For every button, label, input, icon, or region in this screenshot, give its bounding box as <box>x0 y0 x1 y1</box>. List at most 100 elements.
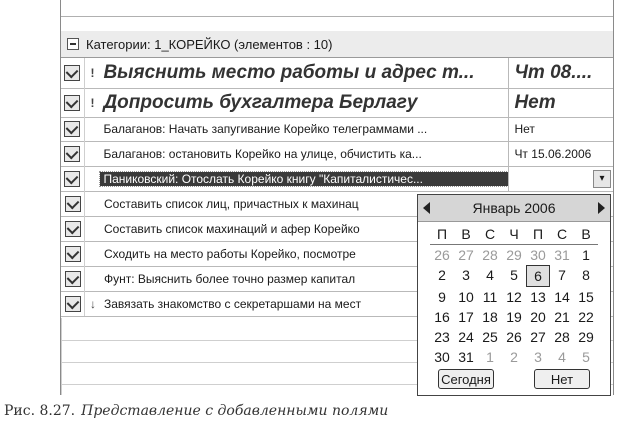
task-row[interactable]: Паниковский: Отослать Корейко книгу "Кап… <box>61 166 613 192</box>
task-subject[interactable]: Выяснить место работы и адрес т... <box>100 62 508 84</box>
calendar-day[interactable]: 29 <box>574 327 598 347</box>
task-icon <box>64 170 81 187</box>
task-subject[interactable]: Фунт: Выяснить более точно размер капита… <box>101 272 414 286</box>
task-row[interactable]: Балаганов: Начать запугивание Корейко те… <box>61 117 613 142</box>
weekday-label: В <box>454 224 478 245</box>
calendar-day[interactable]: 4 <box>478 265 502 285</box>
calendar-day[interactable]: 15 <box>574 287 598 307</box>
calendar-header: Январь 2006 <box>418 195 610 222</box>
calendar-day[interactable]: 29 <box>502 245 526 265</box>
priority-icon <box>85 216 101 241</box>
calendar-day[interactable]: 1 <box>574 245 598 265</box>
figure-caption-text: Представление с добавленными полями <box>81 403 389 419</box>
task-icon-cell <box>61 216 85 241</box>
task-due-date[interactable]: Чт 15.06.2006 <box>508 141 613 166</box>
task-icon-cell <box>61 291 85 316</box>
task-subject[interactable]: Допросить бухгалтера Берлагу <box>100 92 508 114</box>
calendar-day[interactable]: 27 <box>526 327 550 347</box>
priority-icon <box>85 191 101 216</box>
calendar-day[interactable]: 5 <box>574 347 598 367</box>
priority-icon <box>85 166 101 191</box>
task-subject[interactable]: Составить список махинаций и афер Корейк… <box>101 222 414 236</box>
calendar-day[interactable]: 3 <box>454 265 478 285</box>
calendar-day[interactable]: 30 <box>526 245 550 265</box>
column-header-separator <box>61 16 613 17</box>
calendar-day[interactable]: 21 <box>550 307 574 327</box>
task-icon-cell <box>61 266 85 291</box>
task-row[interactable]: Балаганов: остановить Корейко на улице, … <box>61 141 613 167</box>
priority-icon: ! <box>90 95 95 110</box>
calendar-day[interactable]: 13 <box>526 287 550 307</box>
calendar-day[interactable]: 2 <box>502 347 526 367</box>
calendar-day[interactable]: 28 <box>478 245 502 265</box>
task-icon-cell <box>61 58 85 88</box>
calendar-day[interactable]: 16 <box>430 307 454 327</box>
task-subject[interactable]: Балаганов: остановить Корейко на улице, … <box>100 147 508 161</box>
calendar-day[interactable]: 11 <box>478 287 502 307</box>
calendar-day[interactable]: 23 <box>430 327 454 347</box>
calendar-day[interactable]: 31 <box>454 347 478 367</box>
task-icon-cell <box>61 191 85 216</box>
task-due-date[interactable]: Чт 08.... <box>508 58 613 88</box>
task-subject[interactable]: Завязать знакомство с секретаршами на ме… <box>101 297 414 311</box>
next-month-icon[interactable] <box>598 202 605 214</box>
date-dropdown-icon[interactable]: ▾ <box>593 169 611 188</box>
none-button[interactable]: Нет <box>534 369 590 389</box>
task-due-date[interactable]: Нет <box>508 117 613 141</box>
task-icon-cell <box>61 88 85 117</box>
figure-caption: Рис. 8.27. Представление с добавленными п… <box>4 403 388 419</box>
calendar-day[interactable]: 19 <box>502 307 526 327</box>
calendar-day[interactable]: 14 <box>550 287 574 307</box>
calendar-day[interactable]: 22 <box>574 307 598 327</box>
calendar-day[interactable]: 26 <box>430 245 454 265</box>
task-icon <box>64 94 81 111</box>
date-picker-calendar: Январь 2006 П В С Ч П С В 26 27 28 29 30 31 1 2 3 4 5 6 7 8 9… <box>417 194 611 396</box>
task-icon <box>64 145 81 162</box>
task-subject[interactable]: Составить список лиц, причастных к махин… <box>101 197 414 211</box>
weekday-label: С <box>478 224 502 245</box>
calendar-day[interactable]: 9 <box>430 287 454 307</box>
calendar-day[interactable]: 25 <box>478 327 502 347</box>
task-icon <box>64 195 81 212</box>
task-icon <box>64 270 81 287</box>
calendar-day[interactable]: 27 <box>454 245 478 265</box>
calendar-day[interactable]: 4 <box>550 347 574 367</box>
task-subject[interactable]: Паниковский: Отослать Корейко книгу "Кап… <box>99 170 510 187</box>
calendar-day[interactable]: 31 <box>550 245 574 265</box>
priority-icon: ! <box>90 66 95 80</box>
priority-icon <box>85 241 101 266</box>
collapse-icon[interactable] <box>67 38 79 50</box>
task-icon <box>64 220 81 237</box>
weekday-label: Ч <box>502 224 526 245</box>
previous-month-icon[interactable] <box>423 202 430 214</box>
calendar-month-title: Январь 2006 <box>472 200 556 216</box>
weekday-label: П <box>526 224 550 245</box>
calendar-day[interactable]: 30 <box>430 347 454 367</box>
calendar-day[interactable]: 2 <box>430 265 454 285</box>
task-icon <box>64 245 81 262</box>
today-button[interactable]: Сегодня <box>438 369 494 389</box>
calendar-day[interactable]: 5 <box>502 265 526 285</box>
calendar-day[interactable]: 26 <box>502 327 526 347</box>
calendar-day[interactable]: 12 <box>502 287 526 307</box>
task-due-date[interactable]: Нет <box>508 88 613 117</box>
task-row[interactable]: ! Выяснить место работы и адрес т... Чт 08… <box>61 58 613 89</box>
calendar-day[interactable]: 1 <box>478 347 502 367</box>
task-icon-cell <box>61 117 85 141</box>
calendar-day[interactable]: 20 <box>526 307 550 327</box>
calendar-day[interactable]: 10 <box>454 287 478 307</box>
calendar-day[interactable]: 24 <box>454 327 478 347</box>
priority-icon <box>85 141 101 166</box>
group-header[interactable]: Категории: 1_КОРЕЙКО (элементов : 10) <box>61 31 613 58</box>
calendar-day[interactable]: 3 <box>526 347 550 367</box>
calendar-day[interactable]: 7 <box>550 265 574 285</box>
task-subject[interactable]: Балаганов: Начать запугивание Корейко те… <box>100 122 508 136</box>
calendar-day[interactable]: 18 <box>478 307 502 327</box>
calendar-day[interactable]: 6 <box>526 265 550 287</box>
calendar-day[interactable]: 8 <box>574 265 598 285</box>
task-icon <box>64 295 81 312</box>
calendar-day[interactable]: 28 <box>550 327 574 347</box>
calendar-day[interactable]: 17 <box>454 307 478 327</box>
task-row[interactable]: ! Допросить бухгалтера Берлагу Нет <box>61 88 613 118</box>
task-subject[interactable]: Сходить на место работы Корейко, посмотр… <box>101 247 414 261</box>
